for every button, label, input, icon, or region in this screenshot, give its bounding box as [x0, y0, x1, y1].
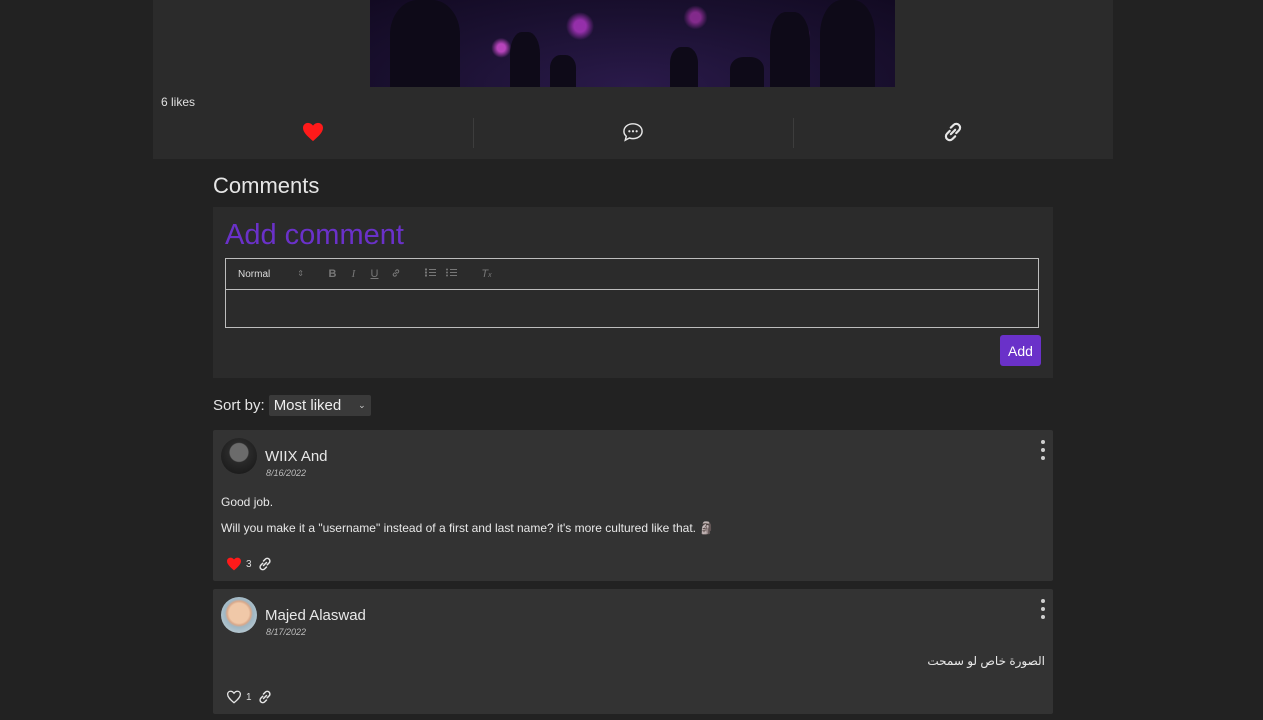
- comment-text-line: الصورة خاص لو سمحت: [927, 654, 1045, 668]
- comment-card: Majed Alaswad 8/17/2022 الصورة خاص لو سم…: [213, 589, 1053, 714]
- likes-count: 6 likes: [161, 95, 196, 109]
- comment-actions: 1: [226, 688, 274, 706]
- bold-icon[interactable]: B: [322, 268, 343, 280]
- editor-toolbar: Normal ⇕ B I U Tx: [226, 259, 1038, 290]
- updown-icon: ⇕: [297, 268, 304, 278]
- post-actions: [153, 117, 1113, 148]
- clear-format-icon[interactable]: Tx: [476, 268, 497, 280]
- comment-text-line: Will you make it a "username" instead of…: [221, 521, 715, 535]
- chevron-down-icon: ⌄: [358, 400, 366, 410]
- sort-select[interactable]: Most liked ⌄: [268, 395, 371, 416]
- heart-filled-icon[interactable]: [226, 557, 242, 571]
- comment-author[interactable]: Majed Alaswad: [265, 607, 366, 624]
- sort-row: Sort by: Most liked ⌄: [213, 395, 371, 416]
- format-select[interactable]: Normal ⇕: [238, 269, 304, 280]
- bullet-list-icon[interactable]: [441, 268, 462, 280]
- comment-like-count: 1: [246, 691, 252, 703]
- comment-card: WIIX And 8/16/2022 Good job. Will you ma…: [213, 430, 1053, 581]
- link-icon[interactable]: [385, 268, 406, 281]
- italic-icon[interactable]: I: [343, 268, 364, 280]
- add-comment-heading: Add comment: [225, 219, 404, 251]
- link-icon: [944, 122, 962, 142]
- heart-outline-icon[interactable]: [226, 690, 242, 704]
- comment-date: 8/17/2022: [266, 627, 307, 637]
- comment-like-count: 3: [246, 558, 252, 570]
- avatar[interactable]: [221, 438, 257, 474]
- comment-button[interactable]: [473, 117, 793, 148]
- add-comment-box: Add comment Normal ⇕ B I U Tx Add: [213, 207, 1053, 378]
- comment-input[interactable]: [226, 290, 1038, 328]
- comments-title: Comments: [213, 173, 320, 198]
- heart-filled-icon: [303, 122, 323, 142]
- like-button[interactable]: [153, 117, 473, 147]
- underline-icon[interactable]: U: [364, 268, 385, 280]
- post-image[interactable]: [370, 0, 895, 87]
- comment-date: 8/16/2022: [266, 468, 307, 478]
- comment-author[interactable]: WIIX And: [265, 448, 328, 465]
- avatar[interactable]: [221, 597, 257, 633]
- ordered-list-icon[interactable]: [420, 268, 441, 280]
- sort-label: Sort by:: [213, 397, 265, 414]
- post-card: 6 likes: [153, 0, 1113, 159]
- comment-editor: Normal ⇕ B I U Tx: [225, 258, 1039, 328]
- comment-icon: [623, 123, 643, 142]
- comment-actions: 3: [226, 555, 274, 573]
- copy-link-button[interactable]: [793, 117, 1113, 148]
- comment-text-line: Good job.: [221, 495, 274, 509]
- more-options-icon[interactable]: [1039, 599, 1047, 619]
- link-icon[interactable]: [256, 688, 274, 706]
- add-comment-button[interactable]: Add: [1000, 335, 1041, 366]
- more-options-icon[interactable]: [1039, 440, 1047, 460]
- link-icon[interactable]: [256, 555, 274, 573]
